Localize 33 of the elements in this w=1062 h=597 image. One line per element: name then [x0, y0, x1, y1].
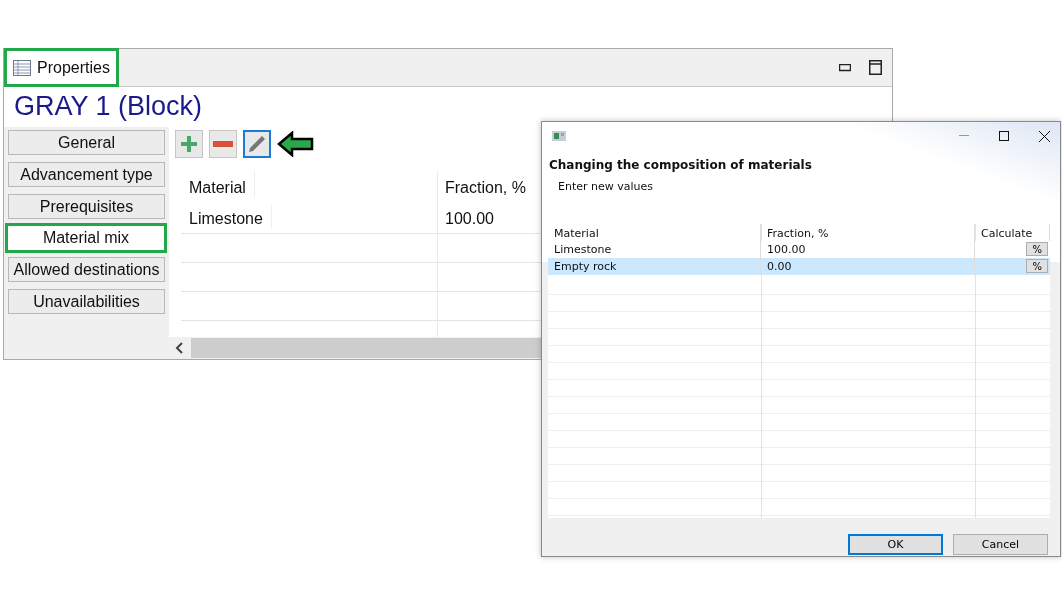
object-heading: GRAY 1 (Block)	[4, 87, 892, 127]
edit-button[interactable]	[243, 130, 271, 158]
section-tab[interactable]: Allowed destinations	[8, 257, 165, 282]
maximize-icon[interactable]	[869, 60, 882, 75]
dialog-heading: Changing the composition of materials	[548, 157, 813, 172]
table-cell-text: 100.00	[444, 209, 495, 228]
table-cell: 100.00	[761, 241, 975, 258]
section-tab[interactable]: Advancement type	[8, 162, 165, 187]
ok-button[interactable]: OK	[848, 534, 943, 555]
minimize-icon[interactable]	[839, 63, 851, 72]
dialog-subtitle: Enter new values	[557, 179, 655, 193]
table-icon	[13, 59, 31, 76]
pencil-icon	[247, 134, 267, 154]
calculate-button[interactable]: %	[1026, 242, 1048, 256]
maximize-icon[interactable]	[999, 131, 1009, 141]
column-header: Material	[181, 171, 255, 197]
remove-button[interactable]	[209, 130, 237, 158]
section-tab[interactable]: Material mix	[5, 223, 167, 253]
table-cell: 0.00	[761, 258, 975, 275]
window-title: Properties	[4, 48, 119, 87]
column-header: Fraction, %	[444, 178, 527, 197]
table-cell: Empty rock	[548, 258, 761, 275]
plus-icon	[180, 135, 198, 153]
close-icon[interactable]	[1039, 130, 1050, 142]
minus-icon	[213, 141, 233, 147]
cancel-button[interactable]: Cancel	[953, 534, 1048, 555]
window-icon	[552, 131, 566, 141]
section-tab[interactable]: Unavailabilities	[8, 289, 165, 314]
arrow-icon	[277, 131, 315, 157]
calculate-button[interactable]: %	[1026, 259, 1048, 273]
section-tab[interactable]: Prerequisites	[8, 194, 165, 219]
section-tab[interactable]: General	[8, 130, 165, 155]
table-cell: Limestone	[181, 205, 272, 228]
